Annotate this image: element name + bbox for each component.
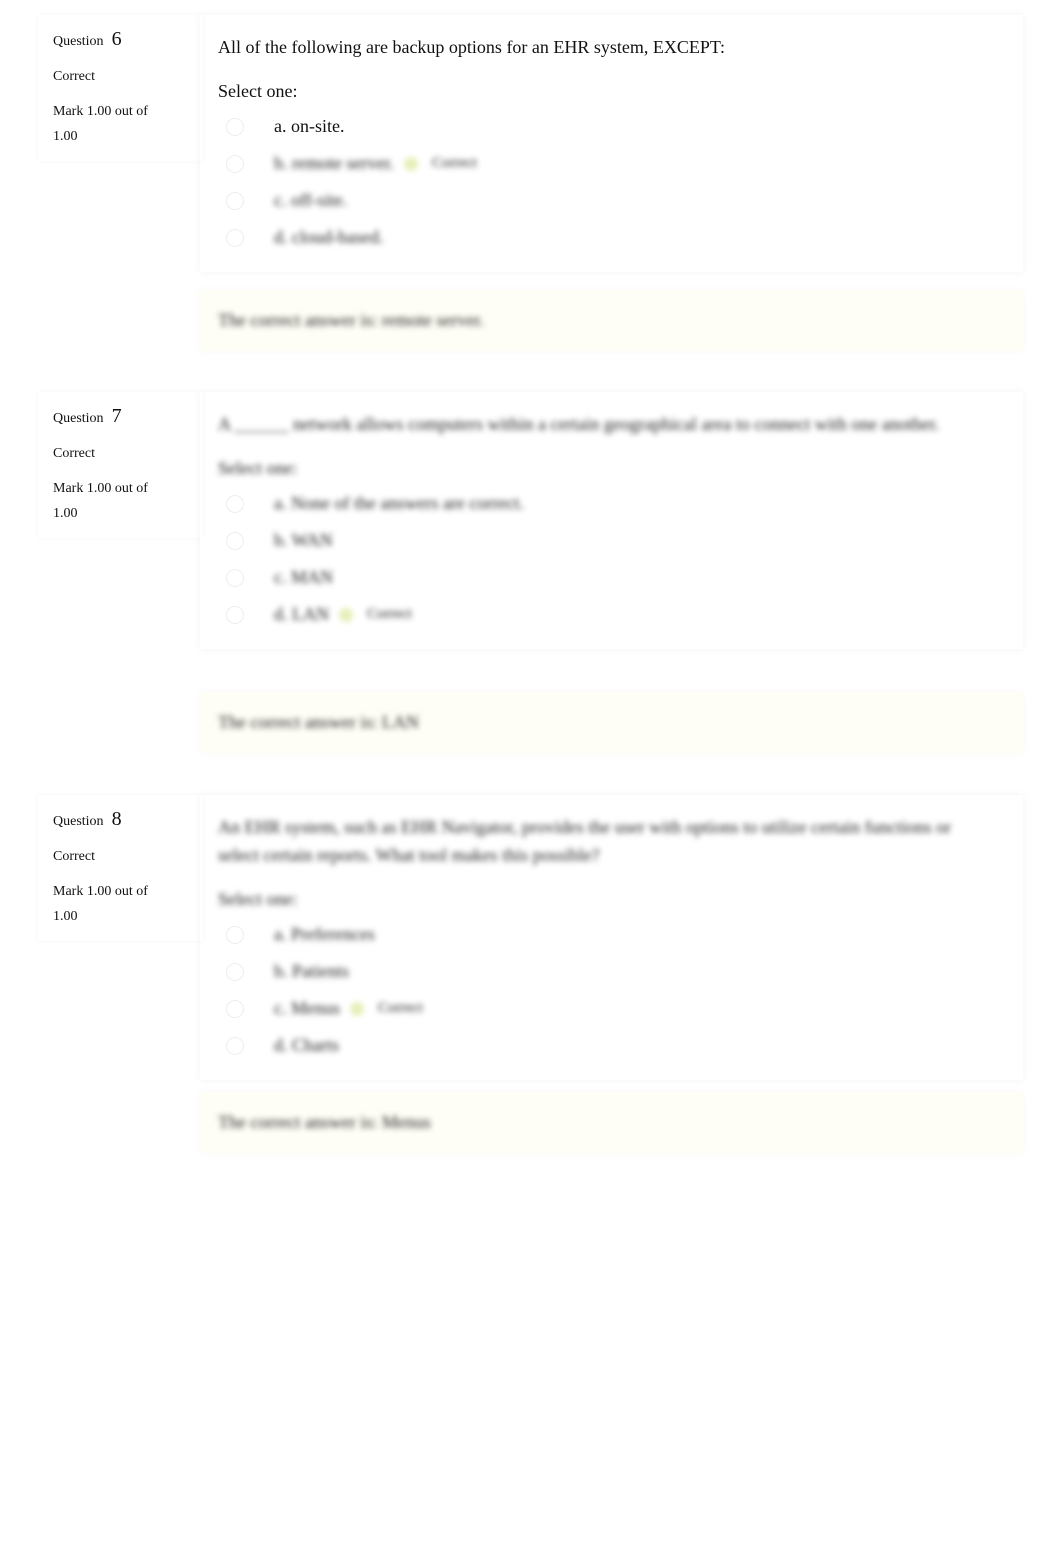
answer-option[interactable]: b. WAN (218, 522, 1023, 559)
correct-tag: Correct (378, 1000, 423, 1016)
question-number: 6 (111, 28, 122, 50)
radio-button[interactable] (226, 605, 244, 624)
feedback-box: The correct answer is: LAN (200, 692, 1023, 753)
radio-button[interactable] (226, 494, 244, 513)
feedback-box: The correct answer is: Menus (200, 1092, 1023, 1153)
question-info: Question 8 Correct Mark 1.00 out of 1.00 (38, 795, 203, 941)
answer-option[interactable]: a. on-site. (218, 108, 1023, 145)
option-text: a. None of the answers are correct. (274, 493, 524, 513)
correct-tag: Correct (367, 606, 412, 622)
answer-option[interactable]: d. cloud-based. (218, 219, 1023, 256)
correct-answer-text: The correct answer is: LAN (218, 712, 419, 732)
check-icon (403, 156, 418, 171)
question-state: Correct (53, 446, 95, 461)
question-label: Question (53, 411, 104, 426)
check-icon (350, 1001, 364, 1016)
option-text: b. remote server. (274, 153, 394, 173)
select-one-label: Select one: (218, 81, 298, 101)
radio-button[interactable] (226, 531, 244, 550)
question-content: A ______ network allows computers within… (200, 392, 1023, 649)
radio-button[interactable] (226, 117, 244, 136)
radio-button[interactable] (226, 191, 244, 210)
question-info: Question 7 Correct Mark 1.00 out of 1.00 (38, 392, 203, 538)
option-text: b. WAN (274, 530, 333, 550)
question-label: Question (53, 814, 104, 829)
check-icon (339, 607, 353, 622)
answer-option[interactable]: a. Preferences (218, 916, 1023, 953)
correct-answer-text: The correct answer is: remote server. (218, 310, 484, 330)
question-text: A ______ network allows computers within… (218, 414, 940, 434)
option-text: c. off-site. (274, 190, 348, 210)
question-content: All of the following are backup options … (200, 15, 1023, 272)
question-content: An EHR system, such as EHR Navigator, pr… (200, 795, 1023, 1080)
correct-tag: Correct (431, 155, 477, 171)
answer-option[interactable]: c. MAN (218, 559, 1023, 596)
answer-option[interactable]: b. remote server. Correct (218, 145, 1023, 182)
option-text: d. cloud-based. (274, 227, 384, 247)
option-text: d. Charts (274, 1035, 339, 1055)
answer-option[interactable]: d. LAN Correct (218, 596, 1023, 633)
option-text: b. Patients (274, 961, 349, 981)
radio-button[interactable] (226, 925, 244, 944)
feedback-box: The correct answer is: remote server. (200, 290, 1023, 351)
radio-button[interactable] (226, 999, 244, 1018)
option-text: c. MAN (274, 567, 333, 587)
question-number: 7 (111, 405, 122, 427)
option-text: a. Preferences (274, 924, 375, 944)
answer-option[interactable]: b. Patients (218, 953, 1023, 990)
radio-button[interactable] (226, 568, 244, 587)
question-text: An EHR system, such as EHR Navigator, pr… (218, 817, 952, 865)
question-label: Question (53, 34, 104, 49)
select-one-label: Select one: (218, 458, 298, 478)
answer-option[interactable]: c. off-site. (218, 182, 1023, 219)
question-number: 8 (111, 808, 122, 830)
option-text: c. Menus (274, 998, 340, 1018)
question-mark: Mark 1.00 out of 1.00 (53, 884, 148, 924)
question-info: Question 6 Correct Mark 1.00 out of 1.00 (38, 15, 203, 161)
question-mark: Mark 1.00 out of 1.00 (53, 481, 148, 521)
answer-option[interactable]: c. Menus Correct (218, 990, 1023, 1027)
select-one-label: Select one: (218, 889, 298, 909)
radio-button[interactable] (226, 962, 244, 981)
correct-answer-text: The correct answer is: Menus (218, 1112, 431, 1132)
question-state: Correct (53, 849, 95, 864)
question-text: All of the following are backup options … (218, 37, 726, 57)
answer-option[interactable]: d. Charts (218, 1027, 1023, 1064)
option-text: a. on-site. (274, 116, 345, 136)
radio-button[interactable] (226, 1036, 244, 1055)
radio-button[interactable] (226, 228, 244, 247)
option-text: d. LAN (274, 604, 329, 624)
radio-button[interactable] (226, 154, 244, 173)
question-mark: Mark 1.00 out of 1.00 (53, 104, 148, 144)
answer-option[interactable]: a. None of the answers are correct. (218, 485, 1023, 522)
question-state: Correct (53, 69, 95, 84)
